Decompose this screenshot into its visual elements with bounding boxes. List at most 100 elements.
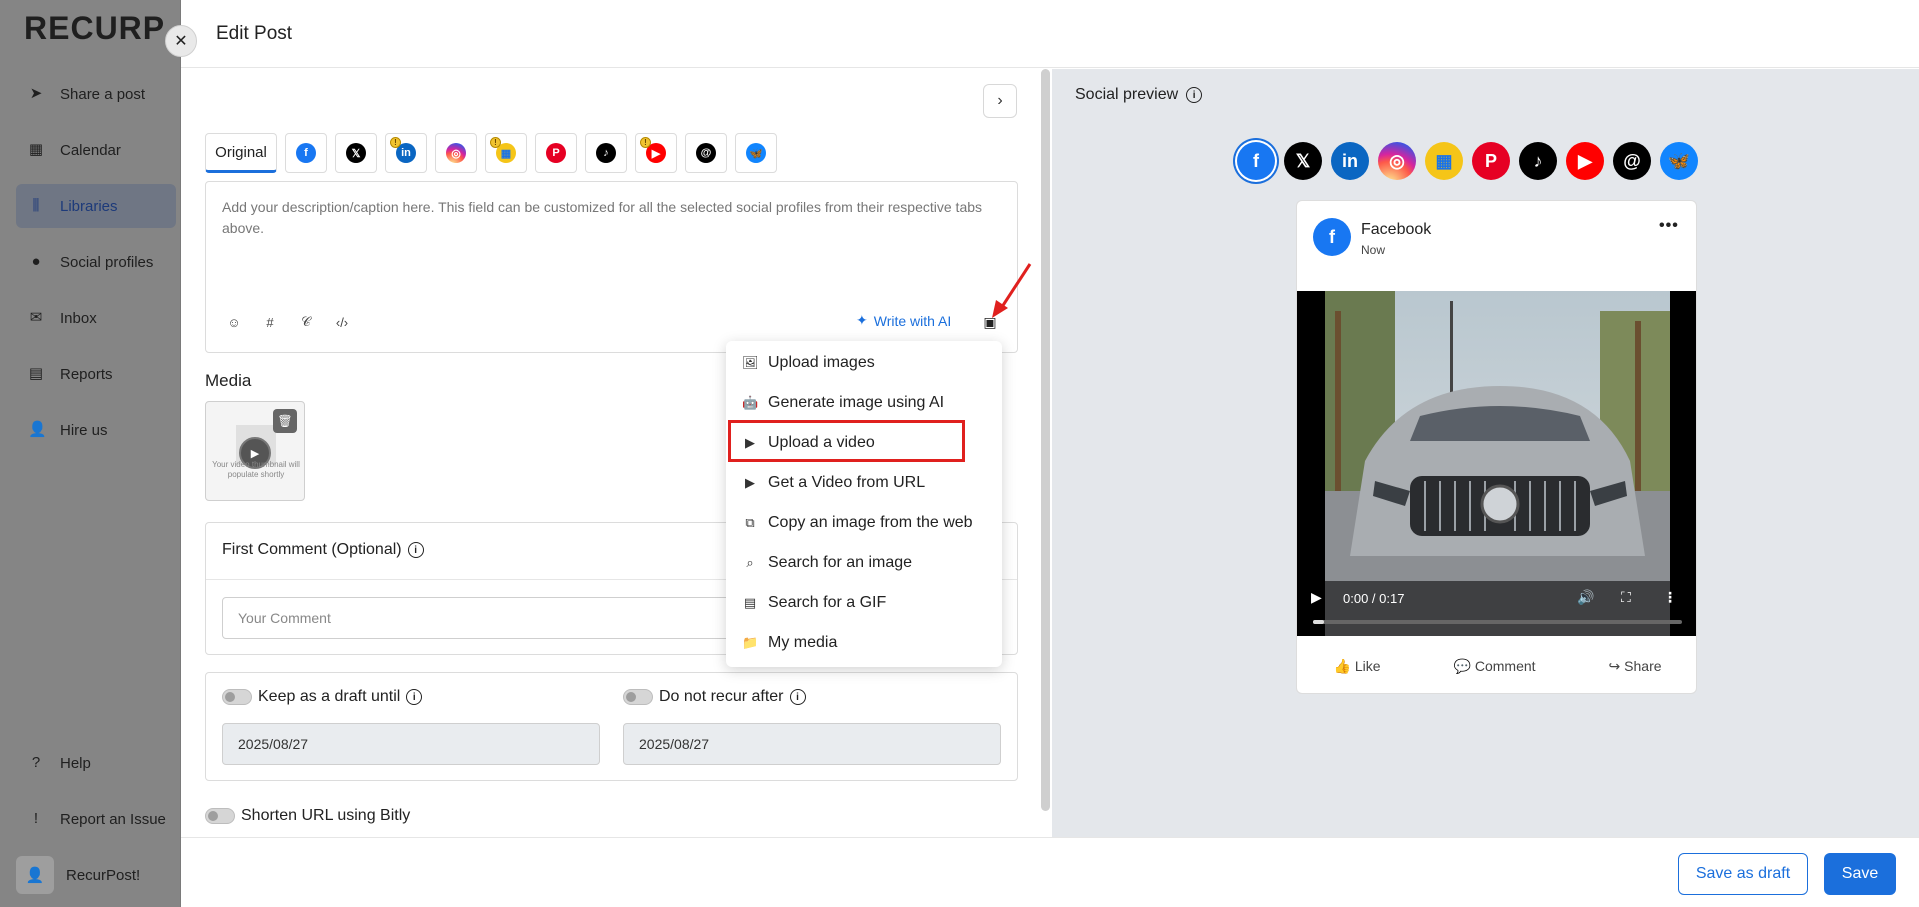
menu-item-search-image[interactable]: ⌕ Search for an image xyxy=(726,543,1002,583)
profile-icon: ● xyxy=(31,253,41,270)
inbox-icon: ✉ xyxy=(29,309,43,326)
send-icon: ➤ xyxy=(29,85,43,102)
nav-social-profiles[interactable]: ● Social profiles xyxy=(16,240,176,284)
video-progress-bar[interactable] xyxy=(1313,620,1682,624)
tab-google-business[interactable]: ! ▦ xyxy=(485,133,527,173)
modal-footer xyxy=(181,837,1919,907)
share-button[interactable]: ↪ Share xyxy=(1608,658,1661,675)
facebook-icon: f xyxy=(1313,218,1351,256)
menu-item-generate-image-ai[interactable]: 🤖 Generate image using AI xyxy=(726,383,1002,423)
menu-item-copy-image-web[interactable]: ⧉ Copy an image from the web xyxy=(726,503,1002,543)
menu-item-label: Copy an image from the web xyxy=(768,514,973,531)
annotation-arrow-icon xyxy=(992,263,1032,318)
linkedin-icon[interactable]: in xyxy=(1331,142,1369,180)
menu-item-search-gif[interactable]: ▤ Search for a GIF xyxy=(726,583,1002,623)
menu-item-my-media[interactable]: 📁 My media xyxy=(726,623,1002,663)
youtube-icon[interactable]: ▶ xyxy=(1566,142,1604,180)
write-with-ai-button[interactable]: ✦ Write with AI xyxy=(856,312,951,329)
calendar-icon: ▦ xyxy=(28,141,44,158)
tab-instagram[interactable]: ◎ xyxy=(435,133,477,173)
instagram-icon[interactable]: ◎ xyxy=(1378,142,1416,180)
pinterest-icon[interactable]: P xyxy=(1472,142,1510,180)
nav-label: Libraries xyxy=(60,197,118,215)
keep-draft-toggle[interactable] xyxy=(222,689,252,705)
more-vertical-icon[interactable]: ⋮ xyxy=(1663,589,1677,606)
info-icon[interactable]: i xyxy=(407,542,424,558)
nav-libraries[interactable]: ⫼ Libraries xyxy=(16,184,176,228)
menu-item-label: Upload images xyxy=(768,354,875,371)
tab-linkedin[interactable]: ! in xyxy=(385,133,427,173)
media-thumbnail[interactable]: ▶ Your video thumbnail will populate sho… xyxy=(205,401,305,501)
page-name: Facebook xyxy=(1361,221,1432,238)
keep-draft-date-input[interactable]: 2025/08/27 xyxy=(222,723,600,765)
user-name: RecurPost! xyxy=(66,866,141,884)
comment-button[interactable]: 💬 Comment xyxy=(1453,658,1535,675)
post-actions: 👍 Like 💬 Comment ↪ Share xyxy=(1297,646,1696,686)
like-label: Like xyxy=(1354,658,1381,674)
fullscreen-icon[interactable]: ⛶ xyxy=(1621,589,1631,606)
delete-media-button[interactable]: 🗑 xyxy=(273,409,297,433)
threads-icon[interactable]: @ xyxy=(1613,142,1651,180)
close-button[interactable]: ✕ xyxy=(165,25,197,57)
robot-icon: 🤖 xyxy=(742,395,759,410)
nav-reports[interactable]: ▤ Reports xyxy=(16,352,176,396)
tiktok-icon[interactable]: ♪ xyxy=(1519,142,1557,180)
nav-help[interactable]: ? Help xyxy=(16,741,176,785)
image-search-icon: ⌕ xyxy=(746,555,754,570)
hashtag-icon[interactable]: # xyxy=(258,310,282,334)
facebook-post-preview: f Facebook Now ••• ▶ 0:00 / 0:17 🔊 ⛶ ⋮ 👍… xyxy=(1296,200,1697,694)
nav-calendar[interactable]: ▦ Calendar xyxy=(16,128,176,172)
x-icon[interactable]: 𝕏 xyxy=(1284,142,1322,180)
comment-label: Comment xyxy=(1474,658,1536,674)
share-label: Share xyxy=(1624,658,1662,674)
collapse-preview-button[interactable]: › xyxy=(983,84,1017,118)
tab-pinterest[interactable]: P xyxy=(535,133,577,173)
play-icon[interactable]: ▶ xyxy=(1311,589,1322,606)
nav-share-a-post[interactable]: ➤ Share a post xyxy=(16,72,176,116)
google-business-icon[interactable]: ▦ xyxy=(1425,142,1463,180)
more-options-icon[interactable]: ••• xyxy=(1659,217,1679,235)
caption-editor[interactable]: Add your description/caption here. This … xyxy=(205,181,1018,353)
tab-original[interactable]: Original xyxy=(205,133,277,173)
editor-scrollbar[interactable] xyxy=(1041,69,1050,811)
save-as-draft-button[interactable]: Save as draft xyxy=(1678,853,1808,895)
nav-label: Inbox xyxy=(60,309,97,327)
video-controls: ▶ 0:00 / 0:17 🔊 ⛶ ⋮ xyxy=(1297,581,1696,636)
first-comment-label: First Comment (Optional) xyxy=(222,541,402,558)
menu-item-video-from-url[interactable]: ▶ Get a Video from URL xyxy=(726,463,1002,503)
app-logo: RECURP xyxy=(24,10,166,46)
tab-facebook[interactable]: f xyxy=(285,133,327,173)
tab-youtube[interactable]: ! ▶ xyxy=(635,133,677,173)
save-button[interactable]: Save xyxy=(1824,853,1896,895)
tab-bluesky[interactable]: 🦋 xyxy=(735,133,777,173)
video-time: 0:00 / 0:17 xyxy=(1343,591,1405,606)
nav-hire-us[interactable]: 👤 Hire us xyxy=(16,408,176,452)
no-recur-date-input[interactable]: 2025/08/27 xyxy=(623,723,1001,765)
no-recur-option: Do not recur after i xyxy=(623,688,806,706)
tab-tiktok[interactable]: ♪ xyxy=(585,133,627,173)
nav-report-issue[interactable]: ! Report an Issue xyxy=(16,797,176,841)
facebook-icon[interactable]: f xyxy=(1237,142,1275,180)
info-icon[interactable]: i xyxy=(1186,87,1203,103)
code-icon[interactable]: ‹/› xyxy=(330,310,354,334)
preview-network-selector: f 𝕏 in ◎ ▦ P ♪ ▶ @ 🦋 xyxy=(1237,142,1698,180)
emoji-icon[interactable]: ☺ xyxy=(222,310,246,334)
bitly-toggle[interactable] xyxy=(205,808,235,824)
no-recur-label: Do not recur after xyxy=(659,688,784,705)
info-icon[interactable]: i xyxy=(406,689,423,705)
chevron-right-icon: › xyxy=(997,92,1003,109)
font-style-icon[interactable]: 𝒞 xyxy=(294,310,318,334)
nav-inbox[interactable]: ✉ Inbox xyxy=(16,296,176,340)
no-recur-toggle[interactable] xyxy=(623,689,653,705)
user-menu[interactable]: 👤 RecurPost! xyxy=(16,853,176,897)
info-icon[interactable]: i xyxy=(789,689,806,705)
tab-x[interactable]: 𝕏 xyxy=(335,133,377,173)
tab-threads[interactable]: @ xyxy=(685,133,727,173)
volume-icon[interactable]: 🔊 xyxy=(1577,589,1594,606)
bluesky-icon[interactable]: 🦋 xyxy=(1660,142,1698,180)
bitly-option: Shorten URL using Bitly xyxy=(205,807,410,825)
menu-item-upload-images[interactable]: 🖼 Upload images xyxy=(726,343,1002,383)
like-button[interactable]: 👍 Like xyxy=(1333,658,1380,675)
help-icon: ? xyxy=(31,754,41,771)
video-player[interactable]: ▶ 0:00 / 0:17 🔊 ⛶ ⋮ xyxy=(1297,291,1696,636)
